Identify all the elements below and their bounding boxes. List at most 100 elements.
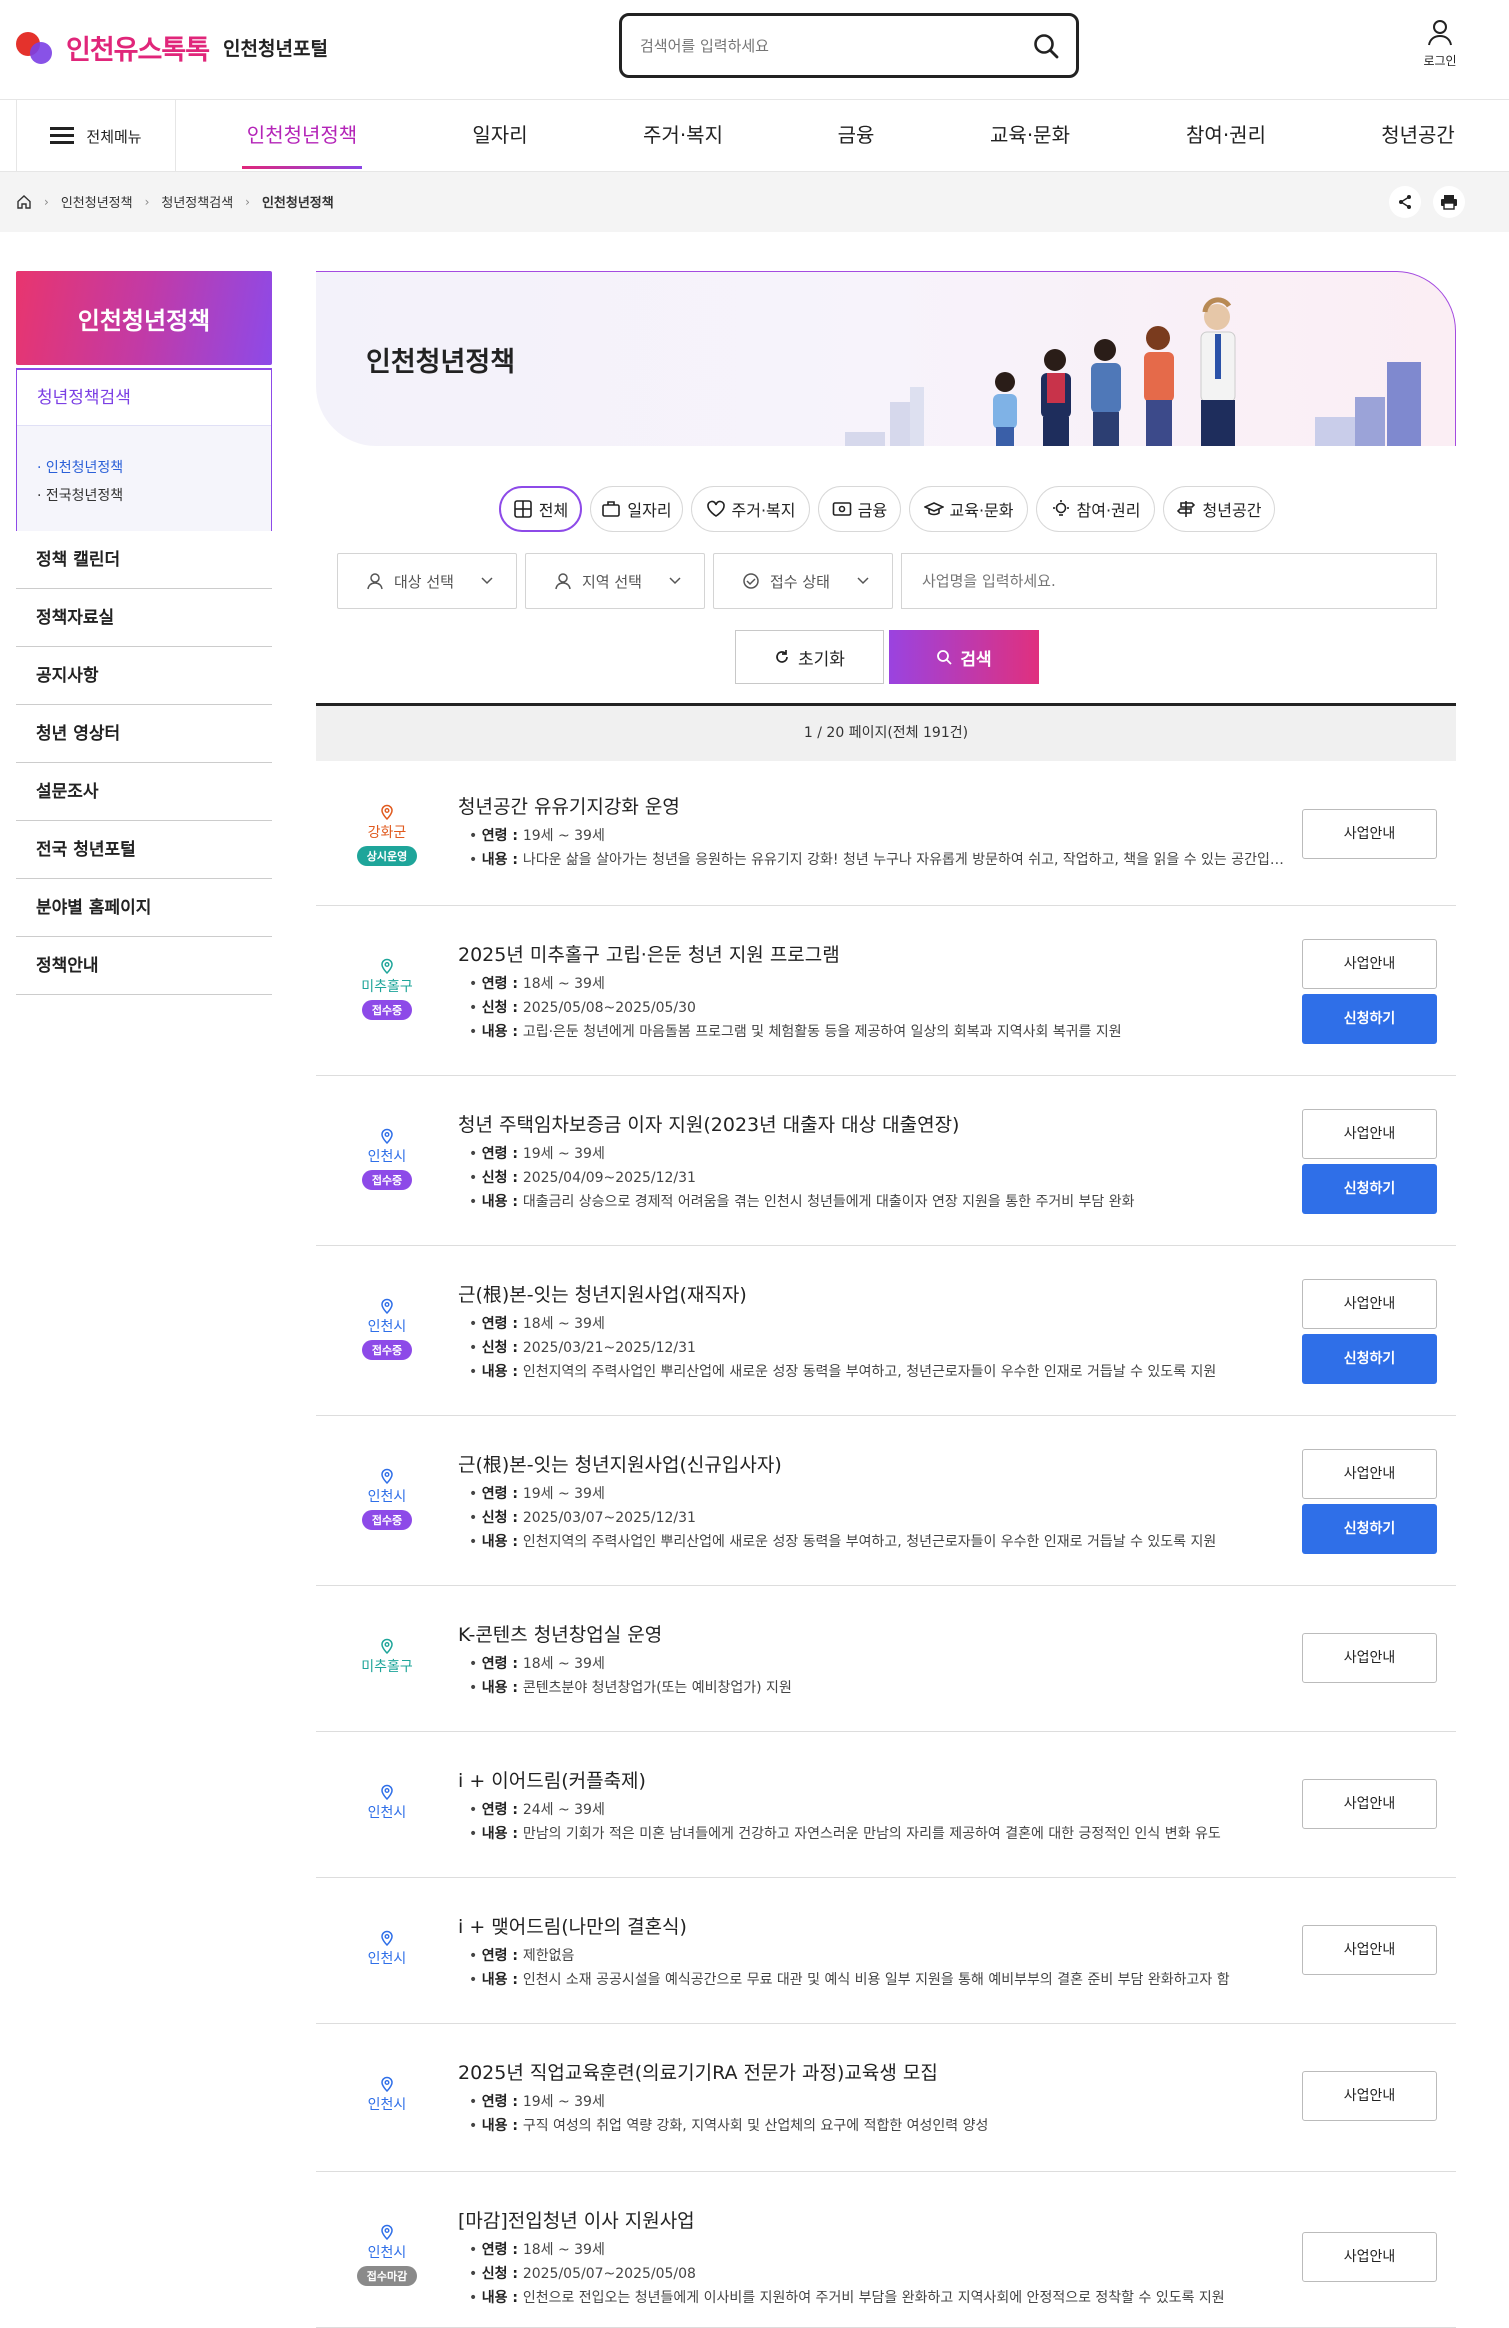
policy-title[interactable]: 2025년 미추홀구 고립·은둔 청년 지원 프로그램: [458, 940, 840, 967]
policy-content-value: 고립·은둔 청년에게 마음돌봄 프로그램 및 체험활동 등을 제공하여 일상의 …: [522, 1024, 1122, 1040]
gnb-item-youth-space[interactable]: 청년공간: [1358, 100, 1478, 172]
policy-region: 인천시 접수중: [316, 1128, 458, 1190]
home-icon[interactable]: [16, 194, 32, 210]
policy-region: 미추홀구: [316, 1638, 458, 1676]
gnb-item-housing-welfare[interactable]: 주거·복지: [623, 100, 743, 172]
sidebar-item-policy-search[interactable]: 청년정책검색: [17, 370, 271, 426]
apply-button[interactable]: 신청하기: [1302, 1164, 1437, 1214]
search-label: 검색: [960, 649, 992, 670]
business-info-button[interactable]: 사업안내: [1302, 1925, 1437, 1975]
region-select[interactable]: 지역 선택: [525, 553, 705, 609]
search-icon: [937, 650, 952, 665]
business-info-button[interactable]: 사업안내: [1302, 1109, 1437, 1159]
keyword-input[interactable]: [922, 572, 1402, 590]
sidebar-title: 인천청년정책: [16, 271, 272, 365]
gnb-item-incheon-policy[interactable]: 인천청년정책: [242, 100, 362, 172]
policy-row: 인천시 접수중 근(根)본-잇는 청년지원사업(재직자) • 연령 : 18세 ~ 3…: [316, 1246, 1456, 1416]
gnb-item-finance[interactable]: 금융: [796, 100, 916, 172]
gnb-item-participation-rights[interactable]: 참여·권리: [1166, 100, 1286, 172]
region-name: 인천시: [367, 2097, 407, 2113]
policy-title[interactable]: i + 이어드림(커플축제): [458, 1766, 646, 1793]
signpost-icon: [1176, 501, 1195, 517]
business-info-button[interactable]: 사업안내: [1302, 2232, 1437, 2282]
policy-title[interactable]: 청년 주택임차보증금 이자 지원(2023년 대출자 대상 대출연장): [458, 1110, 959, 1137]
policy-title[interactable]: K-콘텐츠 청년창업실 운영: [458, 1620, 662, 1647]
policy-title[interactable]: 청년공간 유유기지강화 운영: [458, 792, 680, 819]
policy-content-label: 내용 :: [481, 2118, 523, 2134]
breadcrumb-item[interactable]: 청년정책검색: [161, 192, 233, 211]
category-tab-jobs[interactable]: 일자리: [590, 486, 683, 532]
category-tab-participation-rights[interactable]: 참여·권리: [1036, 486, 1155, 532]
map-pin-icon: [381, 1298, 393, 1314]
map-pin-icon: [381, 1128, 393, 1144]
global-search-input[interactable]: [640, 34, 1020, 58]
policy-content-line: • 내용 : 인천으로 전입오는 청년들에게 이사비를 지원하여 주거비 부담을…: [469, 2290, 1225, 2306]
category-tab-education-culture[interactable]: 교육·문화: [909, 486, 1028, 532]
breadcrumb-item[interactable]: 인천청년정책: [61, 192, 133, 211]
business-info-button[interactable]: 사업안내: [1302, 2071, 1437, 2121]
policy-content-label: 내용 :: [481, 1972, 523, 1988]
apply-button[interactable]: 신청하기: [1302, 994, 1437, 1044]
policy-age-label: 연령 :: [481, 2094, 523, 2110]
business-info-button[interactable]: 사업안내: [1302, 809, 1437, 859]
all-menu-button[interactable]: 전체메뉴: [16, 100, 176, 172]
gnb-item-education-culture[interactable]: 교육·문화: [970, 100, 1090, 172]
business-info-button[interactable]: 사업안내: [1302, 1633, 1437, 1683]
category-tab-finance[interactable]: 금융: [818, 486, 901, 532]
policy-title[interactable]: i + 맺어드림(나만의 결혼식): [458, 1912, 687, 1939]
policy-content-label: 내용 :: [481, 852, 523, 868]
site-logo[interactable]: 인천유스톡톡 인천청년포털: [16, 28, 328, 67]
target-select[interactable]: 대상 선택: [337, 553, 517, 609]
business-info-button[interactable]: 사업안내: [1302, 1279, 1437, 1329]
business-info-button[interactable]: 사업안내: [1302, 1449, 1437, 1499]
sidebar-item-notice[interactable]: 공지사항: [16, 647, 272, 705]
policy-content-label: 내용 :: [481, 1826, 523, 1842]
apply-button[interactable]: 신청하기: [1302, 1334, 1437, 1384]
heart-hand-icon: [706, 500, 725, 517]
policy-title[interactable]: 근(根)본-잇는 청년지원사업(재직자): [458, 1280, 747, 1307]
reset-button[interactable]: 초기화: [735, 630, 884, 684]
sidebar-subitem-national-policy[interactable]: · 전국청년정책: [37, 482, 271, 510]
sidebar-item-national-portal[interactable]: 전국 청년포털: [16, 821, 272, 879]
status-badge: 접수중: [361, 1170, 413, 1190]
policy-apply-line: • 신청 : 2025/03/21~2025/12/31: [469, 1340, 696, 1356]
policy-content-line: • 내용 : 콘텐츠분야 청년창업가(또는 예비창업가) 지원: [469, 1680, 792, 1696]
sidebar-item-policy-guide[interactable]: 정책안내: [16, 937, 272, 995]
policy-age-label: 연령 :: [481, 1802, 523, 1818]
apply-button[interactable]: 신청하기: [1302, 1504, 1437, 1554]
gnb-item-jobs[interactable]: 일자리: [440, 100, 560, 172]
sidebar-item-survey[interactable]: 설문조사: [16, 763, 272, 821]
login-button[interactable]: 로그인: [1418, 18, 1462, 69]
status-select[interactable]: 접수 상태: [713, 553, 893, 609]
policy-age-line: • 연령 : 18세 ~ 39세: [469, 2242, 605, 2258]
sidebar-subitem-incheon-policy[interactable]: · 인천청년정책: [37, 454, 271, 482]
grid-icon: [513, 500, 532, 518]
business-info-button[interactable]: 사업안내: [1302, 1779, 1437, 1829]
policy-title[interactable]: 근(根)본-잇는 청년지원사업(신규입사자): [458, 1450, 782, 1477]
sidebar-item-calendar[interactable]: 정책 캘린더: [16, 531, 272, 589]
policy-apply-label: 신청 :: [481, 1340, 523, 1356]
search-icon[interactable]: [1032, 32, 1060, 60]
handshake-icon: [743, 573, 759, 589]
sidebar-active-section: 청년정책검색 · 인천청년정책 · 전국청년정책: [16, 368, 272, 531]
policy-content-label: 내용 :: [481, 2290, 523, 2306]
category-tab-youth-space[interactable]: 청년공간: [1163, 486, 1275, 532]
print-button[interactable]: [1433, 186, 1465, 218]
policy-apply-line: • 신청 : 2025/05/08~2025/05/30: [469, 1000, 696, 1016]
category-tab-housing-welfare[interactable]: 주거·복지: [691, 486, 810, 532]
sidebar-item-field-homepages[interactable]: 분야별 홈페이지: [16, 879, 272, 937]
policy-content-value: 인천지역의 주력사업인 뿌리산업에 새로운 성장 동력을 부여하고, 청년근로자…: [522, 1364, 1217, 1380]
policy-content-value: 인천으로 전입오는 청년들에게 이사비를 지원하여 주거비 부담을 완화하고 지…: [522, 2290, 1225, 2306]
policy-age-label: 연령 :: [481, 828, 523, 844]
category-tab-all[interactable]: 전체: [499, 486, 582, 532]
chevron-down-icon: [857, 577, 869, 585]
sidebar-item-resources[interactable]: 정책자료실: [16, 589, 272, 647]
search-button[interactable]: 검색: [889, 630, 1039, 684]
policy-content-value: 대출금리 상승으로 경제적 어려움을 겪는 인천시 청년들에게 대출이자 연장 …: [522, 1194, 1135, 1210]
business-info-button[interactable]: 사업안내: [1302, 939, 1437, 989]
sidebar-item-video[interactable]: 청년 영상터: [16, 705, 272, 763]
share-button[interactable]: [1389, 186, 1421, 218]
policy-title[interactable]: [마감]전입청년 이사 지원사업: [458, 2206, 695, 2233]
policy-title[interactable]: 2025년 직업교육훈련(의료기기RA 전문가 과정)교육생 모집: [458, 2058, 938, 2085]
map-pin-icon: [381, 1468, 393, 1484]
